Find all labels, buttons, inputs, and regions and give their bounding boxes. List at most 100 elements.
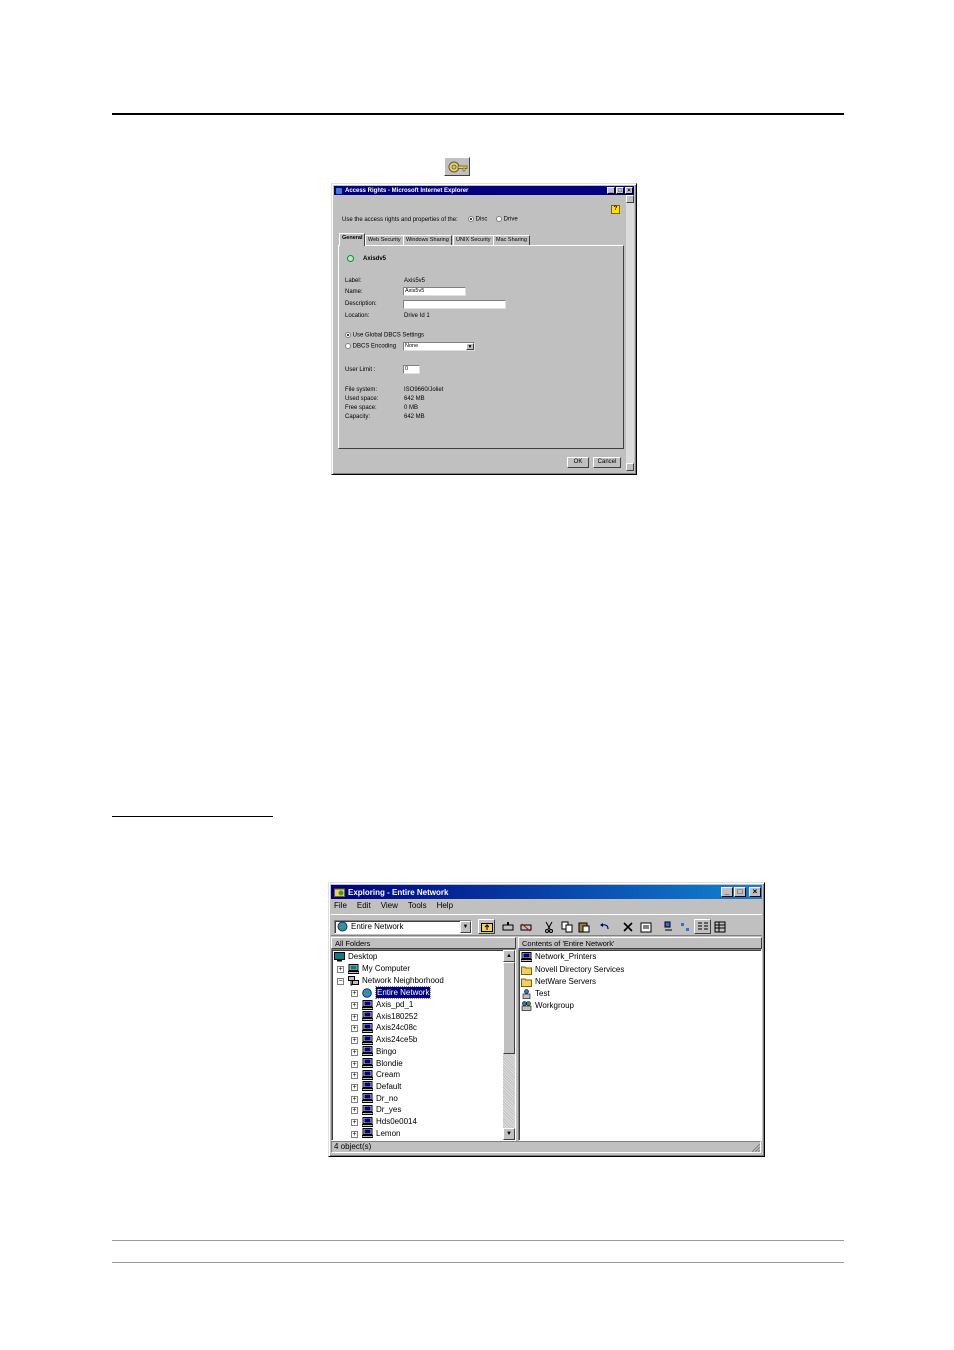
expand-plus-icon[interactable]: +	[351, 1107, 358, 1115]
radio-drive[interactable]: Drive	[496, 216, 518, 223]
expand-plus-icon[interactable]: +	[351, 1083, 358, 1091]
map-drive-icon[interactable]	[499, 919, 516, 934]
radio-disc-label: Disc	[475, 216, 488, 223]
tree-item-computer[interactable]: Bingo	[361, 1046, 396, 1057]
maximize-button[interactable]: □	[616, 187, 624, 194]
explorer-folder-icon	[334, 888, 345, 897]
content-item-nds[interactable]: Novell Directory Services	[521, 964, 624, 975]
expand-plus-icon[interactable]: +	[337, 966, 344, 973]
cancel-button[interactable]: Cancel	[593, 457, 621, 468]
scroll-up-arrow-icon[interactable]	[626, 195, 634, 203]
tree-item-computer[interactable]: Default	[361, 1081, 401, 1092]
menu-file[interactable]: File	[333, 901, 348, 913]
tree-item-network-neighborhood[interactable]: Network Neighborhood	[348, 975, 444, 986]
expand-plus-icon[interactable]: +	[351, 1072, 358, 1080]
tree-item-computer[interactable]: Dr_no	[361, 1093, 398, 1104]
resize-grip-icon[interactable]	[751, 1143, 761, 1153]
collapse-minus-icon[interactable]: −	[337, 978, 344, 985]
expand-plus-icon[interactable]: +	[351, 1025, 358, 1033]
tab-windows-sharing[interactable]: Windows Sharing	[403, 235, 452, 245]
dialog-scrollbar[interactable]	[626, 195, 634, 471]
expand-plus-icon[interactable]: +	[351, 1002, 358, 1009]
tree-item-computer[interactable]: Axis180252	[361, 1011, 418, 1022]
delete-icon[interactable]	[619, 919, 636, 934]
expand-plus-icon[interactable]: +	[351, 990, 358, 997]
disconnect-drive-icon[interactable]	[517, 919, 534, 934]
paste-icon[interactable]	[575, 919, 592, 934]
content-label: Novell Directory Services	[535, 965, 625, 974]
scroll-down-arrow-icon[interactable]	[626, 463, 634, 471]
capacity-value: 642 MB	[404, 414, 425, 420]
content-item-network-printers[interactable]: Network_Printers	[520, 951, 596, 962]
content-label: Test	[535, 989, 550, 998]
dbcs-global-radio[interactable]: Use Global DBCS Settings	[345, 332, 424, 339]
content-item-workgroup[interactable]: Workgroup	[521, 1000, 574, 1011]
description-field[interactable]	[403, 300, 506, 309]
details-view-icon[interactable]	[711, 919, 728, 934]
help-icon[interactable]: ?	[611, 205, 620, 214]
cut-icon[interactable]	[540, 919, 557, 934]
list-view-icon[interactable]	[694, 919, 711, 934]
user-limit-field[interactable]: 0	[403, 365, 420, 374]
tree-item-computer[interactable]: Lemon	[361, 1128, 400, 1139]
expand-plus-icon[interactable]: +	[351, 1048, 358, 1056]
chevron-down-icon[interactable]: ▼	[460, 921, 471, 933]
tab-web-security[interactable]: Web Security	[365, 235, 404, 245]
radio-disc[interactable]: Disc	[468, 216, 487, 223]
tab-mac-sharing[interactable]: Mac Sharing	[493, 235, 530, 245]
undo-icon[interactable]	[596, 919, 613, 934]
minimize-button[interactable]: _	[607, 187, 615, 194]
user-limit-label: User Limit :	[345, 367, 376, 373]
footer-rule-bottom	[112, 1262, 844, 1263]
explorer-titlebar: Exploring - Entire Network _ □ ×	[331, 885, 762, 899]
tree-item-computer[interactable]: Dr_yes	[361, 1104, 401, 1115]
all-folders-header: All Folders	[331, 937, 516, 949]
expand-plus-icon[interactable]: +	[351, 1130, 358, 1138]
small-icons-view-icon[interactable]	[677, 919, 694, 934]
contents-pane: Network_Printers Novell Directory Servic…	[518, 949, 762, 1141]
tab-general[interactable]: General	[339, 233, 366, 246]
expand-plus-icon[interactable]: +	[351, 1095, 358, 1103]
menu-edit[interactable]: Edit	[356, 901, 372, 913]
expand-plus-icon[interactable]: +	[351, 1037, 358, 1045]
tree-item-entire-network[interactable]: Entire Network	[362, 986, 432, 999]
expand-plus-icon[interactable]: +	[351, 1119, 358, 1126]
close-button[interactable]: ×	[625, 187, 633, 194]
tree-scrollbar[interactable]: ▲ ▼	[503, 950, 515, 1140]
up-folder-icon[interactable]	[478, 919, 495, 934]
tree-item-computer[interactable]: Axis24c08c	[361, 1022, 417, 1033]
dbcs-encoding-select[interactable]: None ▼	[403, 342, 475, 351]
chevron-down-icon[interactable]: ▼	[466, 343, 474, 350]
dbcs-encoding-radio[interactable]: DBCS Encoding	[345, 343, 396, 350]
close-button[interactable]: ×	[749, 887, 761, 897]
copy-icon[interactable]	[558, 919, 575, 934]
address-combo[interactable]: Entire Network ▼	[334, 920, 472, 934]
scroll-thumb[interactable]	[503, 962, 515, 1054]
large-icons-view-icon[interactable]	[660, 919, 677, 934]
maximize-button[interactable]: □	[734, 887, 746, 897]
scroll-down-arrow-icon[interactable]: ▼	[503, 1128, 515, 1140]
minimize-button[interactable]: _	[721, 887, 733, 897]
tree-item-desktop[interactable]: Desktop	[334, 951, 377, 962]
fs-value: ISO9660/Joliet	[404, 387, 444, 393]
name-field[interactable]: Axis5v5	[403, 287, 466, 296]
expand-plus-icon[interactable]: +	[351, 1060, 358, 1068]
tree-item-computer[interactable]: Axis24ce5b	[361, 1034, 417, 1045]
properties-icon[interactable]	[637, 919, 654, 934]
content-item-test[interactable]: Test	[521, 988, 550, 999]
expand-plus-icon[interactable]: +	[351, 1013, 358, 1021]
tree-item-computer[interactable]: Blondie	[361, 1058, 403, 1069]
scroll-up-arrow-icon[interactable]: ▲	[503, 950, 515, 962]
tree-item-computer[interactable]: Cream	[361, 1069, 400, 1080]
menu-view[interactable]: View	[380, 901, 399, 913]
menu-tools[interactable]: Tools	[407, 901, 428, 913]
computer-icon	[361, 1011, 374, 1022]
content-item-netware-servers[interactable]: NetWare Servers	[521, 976, 596, 987]
tree-item-my-computer[interactable]: My Computer	[347, 963, 410, 974]
menu-help[interactable]: Help	[436, 901, 454, 913]
tab-unix-security[interactable]: UNIX Security	[453, 235, 494, 245]
tree-item-computer[interactable]: Axis_pd_1	[361, 999, 413, 1010]
tree-item-computer[interactable]: Hds0e0014	[361, 1116, 417, 1127]
ok-button[interactable]: OK	[567, 457, 589, 468]
computer-icon	[361, 1022, 374, 1033]
